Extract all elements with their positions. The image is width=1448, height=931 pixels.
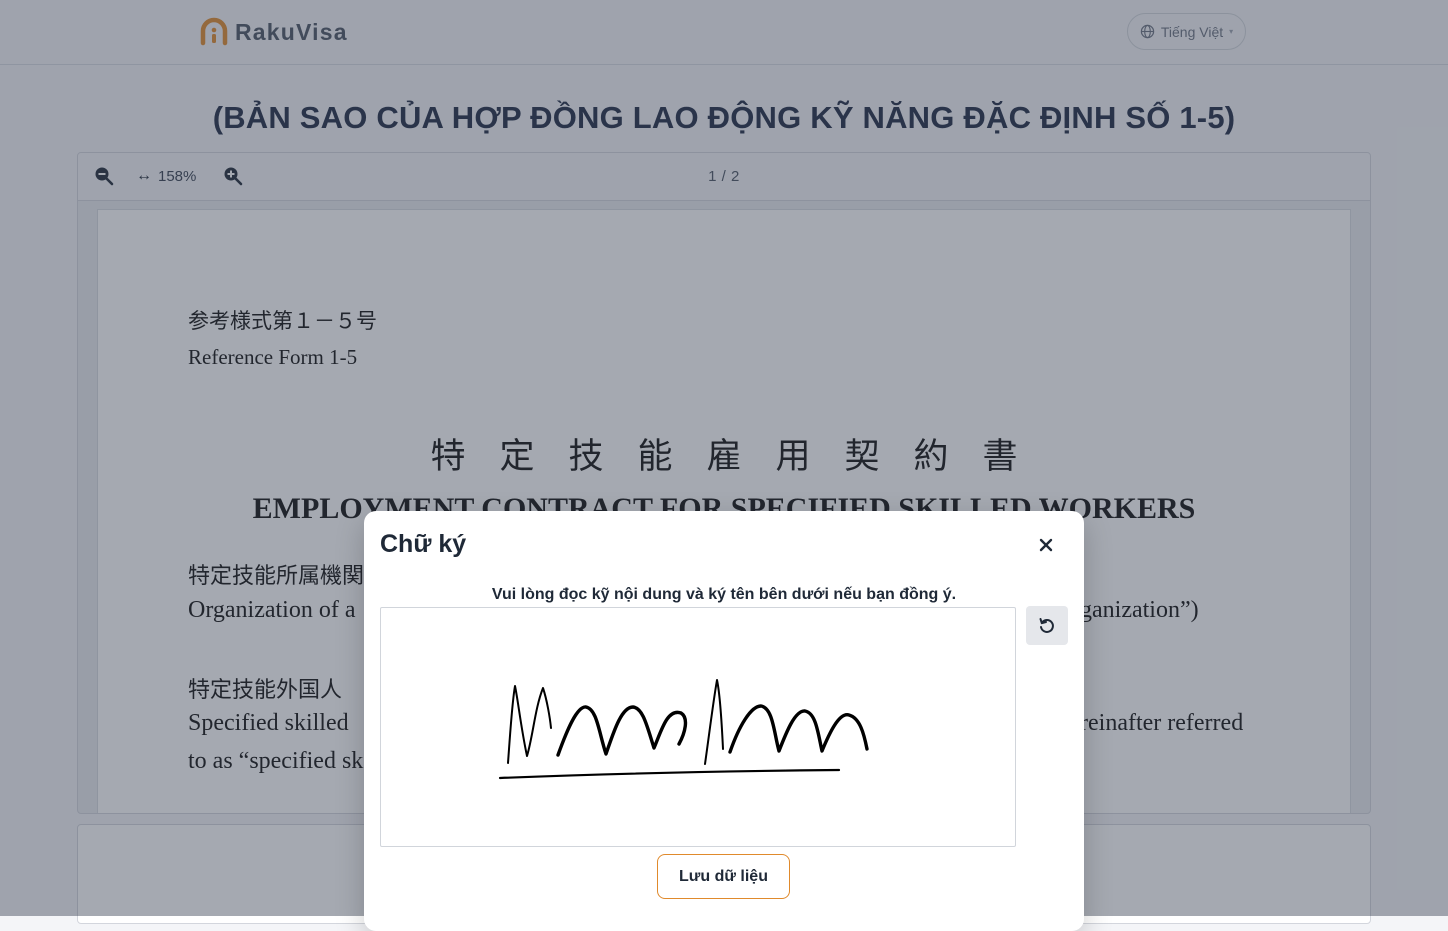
- close-icon: [1039, 538, 1053, 552]
- modal-title: Chữ ký: [380, 530, 467, 558]
- refresh-icon: [1039, 617, 1054, 633]
- signature-instruction: Vui lòng đọc kỹ nội dung và ký tên bên d…: [491, 586, 957, 603]
- signature-drawing: [498, 679, 869, 780]
- save-signature-button[interactable]: Lưu dữ liệu: [657, 854, 790, 899]
- signature-pad[interactable]: [380, 607, 1016, 847]
- clear-signature-button[interactable]: [1026, 606, 1068, 645]
- close-button[interactable]: [1034, 533, 1058, 557]
- signature-modal: Chữ ký Vui lòng đọc kỹ nội dung và ký tê…: [364, 511, 1084, 931]
